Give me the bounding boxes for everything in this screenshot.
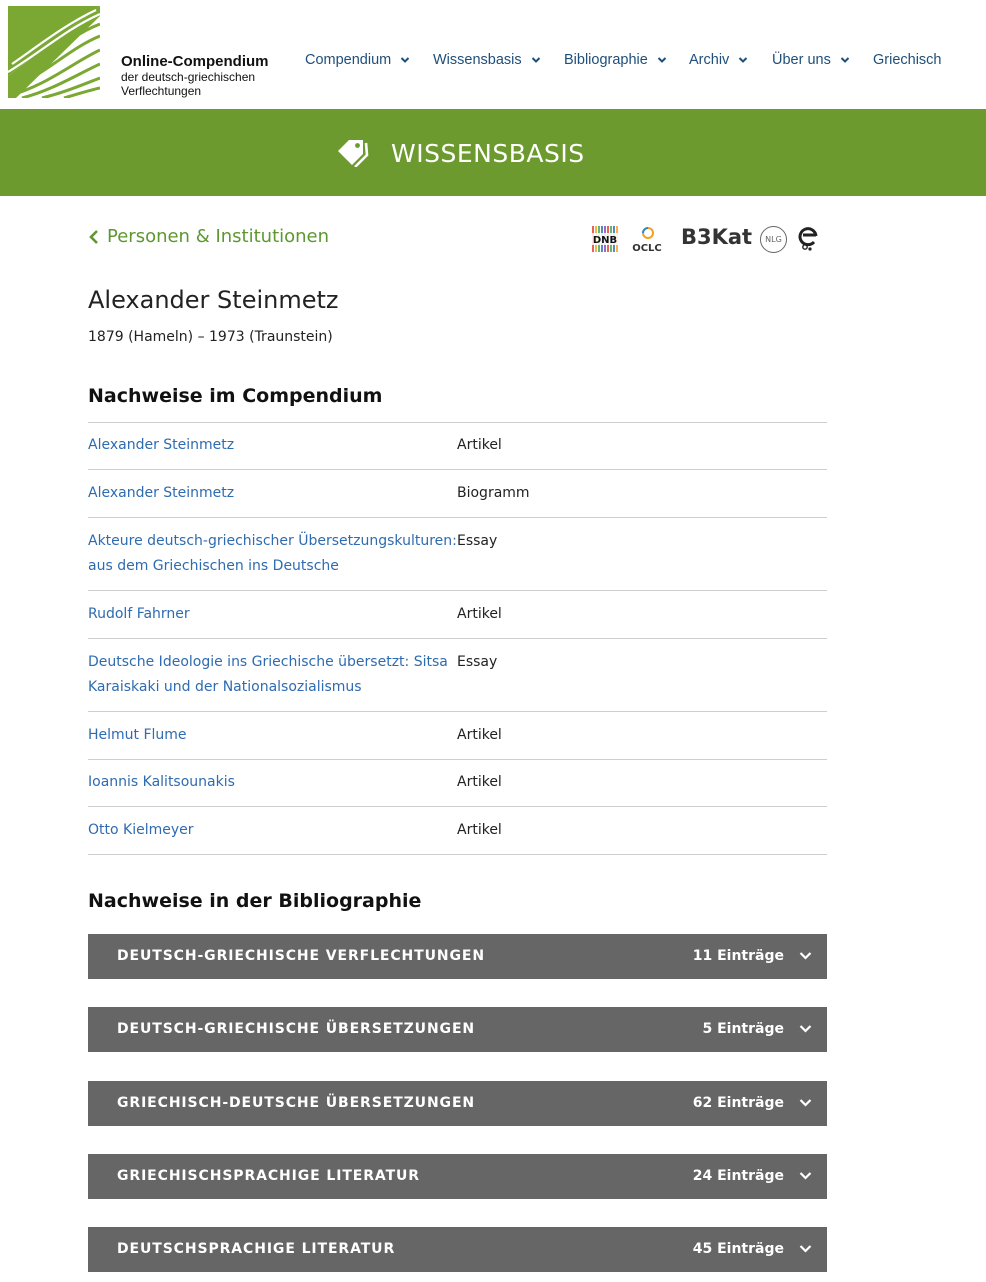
table-row: Ioannis Kalitsounakis Artikel xyxy=(88,760,827,807)
back-link-label: Personen & Institutionen xyxy=(107,226,330,247)
oclc-label: OCLC xyxy=(632,243,662,254)
table-row: Deutsche Ideologie ins Griechische übers… xyxy=(88,639,827,712)
nav-item-label: Archiv xyxy=(689,52,730,68)
compendium-entry-link[interactable]: Otto Kielmeyer xyxy=(88,818,457,842)
nav-item-griechisch[interactable]: Griechisch xyxy=(873,52,942,68)
chevron-down-icon xyxy=(799,1172,812,1180)
banner-title: WISSENSBASIS xyxy=(391,139,585,168)
chevron-down-icon xyxy=(799,1025,812,1033)
compendium-entry-type: Biogramm xyxy=(457,485,530,501)
site-header: Online-Compendium der deutsch-griechisch… xyxy=(0,0,986,109)
accordion-title: DEUTSCH-GRIECHISCHE ÜBERSETZUNGEN xyxy=(117,1021,476,1037)
nav-item-label: Über uns xyxy=(772,52,831,68)
accordion-griechischsprachige-literatur[interactable]: GRIECHISCHSPRACHIGE LITERATUR 24 Einträg… xyxy=(88,1154,827,1199)
nav-item-label: Griechisch xyxy=(873,52,942,68)
chevron-down-icon xyxy=(840,57,850,63)
chevron-down-icon xyxy=(531,57,540,63)
table-row: Otto Kielmeyer Artikel xyxy=(88,807,827,855)
compendium-entry-link[interactable]: Alexander Steinmetz xyxy=(88,433,457,457)
accordion-count: 24 Einträge xyxy=(692,1168,784,1184)
main-nav: Compendium Wissensbasis Bibliographie Ar… xyxy=(0,52,986,72)
accordion-title: GRIECHISCH-DEUTSCHE ÜBERSETZUNGEN xyxy=(117,1095,476,1111)
logo-subtitle-line1: der deutsch-griechischen xyxy=(121,70,256,84)
compendium-entry-type: Artikel xyxy=(457,822,502,838)
nav-item-label: Compendium xyxy=(305,52,392,68)
compendium-entry-link[interactable]: Rudolf Fahrner xyxy=(88,602,457,626)
compendium-entry-link[interactable]: Deutsche Ideologie ins Griechische übers… xyxy=(88,650,457,699)
compendium-entry-link[interactable]: Akteure deutsch-griechischer Übersetzung… xyxy=(88,529,457,578)
nav-item-label: Wissensbasis xyxy=(433,52,522,68)
accordion-title: GRIECHISCHSPRACHIGE LITERATUR xyxy=(117,1168,420,1184)
accordion-deutschsprachige-literatur[interactable]: DEUTSCHSPRACHIGE LITERATUR 45 Einträge xyxy=(88,1227,827,1272)
nav-item-bibliographie[interactable]: Bibliographie xyxy=(564,52,667,68)
chevron-down-icon xyxy=(739,57,748,63)
table-row: Helmut Flume Artikel xyxy=(88,712,827,760)
dnb-label: DNB xyxy=(593,235,617,246)
nav-item-wissensbasis[interactable]: Wissensbasis xyxy=(433,52,541,68)
chevron-down-icon xyxy=(799,952,812,960)
compendium-entry-link[interactable]: Helmut Flume xyxy=(88,723,457,747)
nav-item-compendium[interactable]: Compendium xyxy=(305,52,410,68)
table-row: Alexander Steinmetz Biogramm xyxy=(88,470,827,518)
person-dates: 1879 (Hameln) – 1973 (Traunstein) xyxy=(88,329,333,345)
accordion-title: DEUTSCHSPRACHIGE LITERATUR xyxy=(117,1241,396,1257)
nav-item-ueber-uns[interactable]: Über uns xyxy=(772,52,850,68)
compendium-entry-type: Artikel xyxy=(457,437,502,453)
compendium-entry-type: Essay xyxy=(457,533,498,549)
table-row: Alexander Steinmetz Artikel xyxy=(88,423,827,470)
bibliography-heading: Nachweise in der Bibliographie xyxy=(88,890,422,912)
oclc-catalogue-icon[interactable]: OCLC xyxy=(630,224,664,254)
accordion-count: 45 Einträge xyxy=(692,1241,784,1257)
accordion-title: DEUTSCH-GRIECHISCHE VERFLECHTUNGEN xyxy=(117,948,485,964)
compendium-entry-type: Artikel xyxy=(457,606,502,622)
back-link-personen-institutionen[interactable]: Personen & Institutionen xyxy=(88,226,329,247)
accordion-count: 11 Einträge xyxy=(692,948,784,964)
chevron-down-icon xyxy=(799,1245,812,1253)
compendium-entry-type: Essay xyxy=(457,654,498,670)
b3kat-catalogue-link[interactable]: B3Kat xyxy=(681,225,752,249)
compendium-entry-link[interactable]: Alexander Steinmetz xyxy=(88,481,457,505)
chevron-down-icon xyxy=(799,1099,812,1107)
compendium-entry-link[interactable]: Ioannis Kalitsounakis xyxy=(88,770,457,794)
chevron-down-icon xyxy=(401,57,410,63)
compendium-heading: Nachweise im Compendium xyxy=(88,385,383,407)
chevron-down-icon xyxy=(657,57,667,63)
accordion-count: 5 Einträge xyxy=(702,1021,784,1037)
accordion-deutsch-griechische-uebersetzungen[interactable]: DEUTSCH-GRIECHISCHE ÜBERSETZUNGEN 5 Eint… xyxy=(88,1007,827,1052)
table-row: Akteure deutsch-griechischer Übersetzung… xyxy=(88,518,827,591)
compendium-table: Alexander Steinmetz Artikel Alexander St… xyxy=(88,422,827,855)
person-name: Alexander Steinmetz xyxy=(88,286,339,314)
nlg-catalogue-link[interactable]: NLG xyxy=(760,226,787,253)
europeana-catalogue-icon[interactable] xyxy=(797,224,821,254)
accordion-count: 62 Einträge xyxy=(692,1095,784,1111)
tag-icon xyxy=(338,140,369,167)
nav-item-archiv[interactable]: Archiv xyxy=(689,52,748,68)
chevron-left-icon xyxy=(89,229,98,244)
dnb-catalogue-icon[interactable]: DNB xyxy=(590,224,620,254)
table-row: Rudolf Fahrner Artikel xyxy=(88,591,827,639)
compendium-entry-type: Artikel xyxy=(457,727,502,743)
accordion-griechisch-deutsche-uebersetzungen[interactable]: GRIECHISCH-DEUTSCHE ÜBERSETZUNGEN 62 Ein… xyxy=(88,1081,827,1126)
logo-subtitle-line2: Verflechtungen xyxy=(121,84,202,98)
compendium-entry-type: Artikel xyxy=(457,774,502,790)
accordion-deutsch-griechische-verflechtungen[interactable]: DEUTSCH-GRIECHISCHE VERFLECHTUNGEN 11 Ei… xyxy=(88,934,827,979)
nav-item-label: Bibliographie xyxy=(564,52,648,68)
